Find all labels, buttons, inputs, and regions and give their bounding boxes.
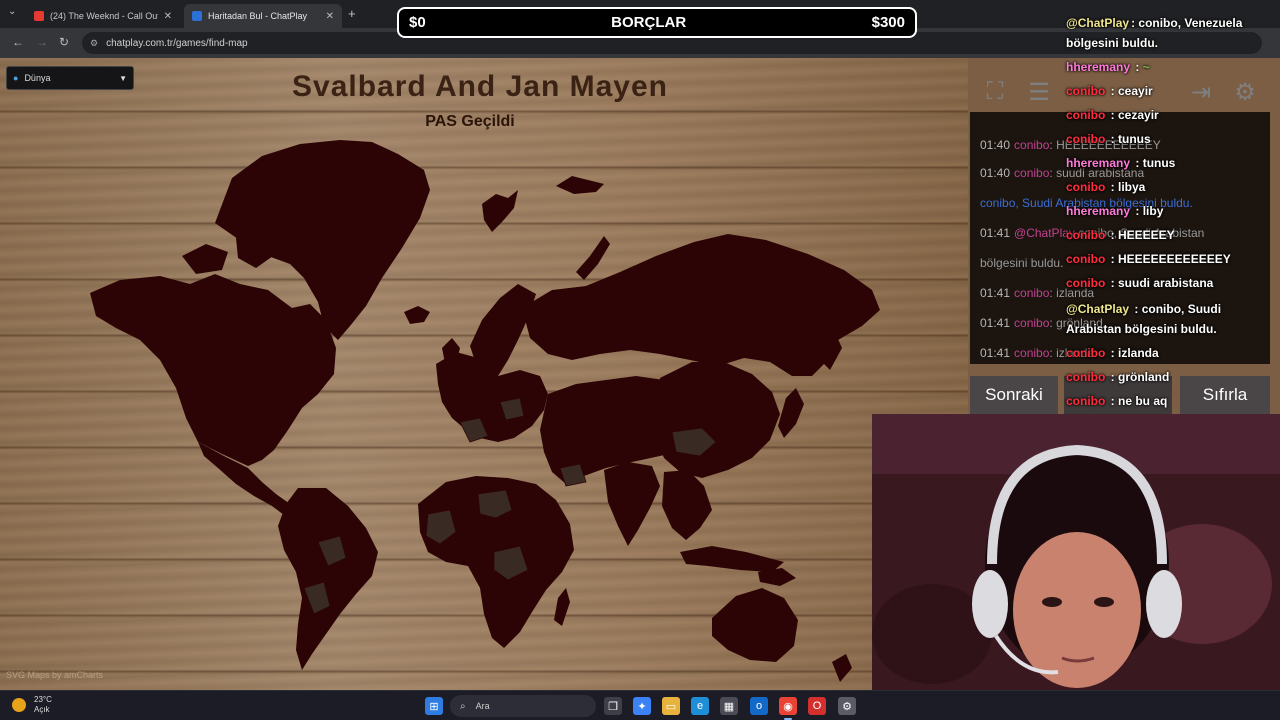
site-info-icon[interactable]: ⚙ — [90, 38, 98, 49]
chat-message: conibo : tunus — [1066, 132, 1151, 146]
weather-text: 23°C Açık — [34, 695, 52, 715]
stream-chat-overlay: @ChatPlay: conibo, Venezuela bölgesini b… — [1062, 12, 1276, 412]
chat-message: hheremany : liby — [1066, 204, 1164, 218]
search-icon: ⌕ — [460, 700, 466, 712]
country-franz-josef — [556, 176, 604, 194]
emote-icon: ~ — [1142, 60, 1150, 74]
country-new-zealand — [832, 654, 852, 682]
log-line: bölgesini buldu. — [980, 256, 1064, 270]
country-india — [604, 462, 660, 546]
tab-title: (24) The Weeknd - Call Out My Name — [50, 11, 158, 21]
weather-desc: Açık — [34, 705, 50, 714]
webcam-image — [872, 414, 1280, 690]
game-area: ● Dünya ▼ Svalbard And Jan Mayen PAS Geç… — [0, 58, 968, 690]
tab-chatplay[interactable]: Haritadan Bul - ChatPlay ✕ — [184, 4, 342, 28]
target-country-title: Svalbard And Jan Mayen — [292, 70, 668, 103]
chat-message: conibo : suudi arabistana — [1066, 276, 1214, 290]
country-iceland — [404, 306, 430, 324]
score-bar: $0 BORÇLAR $300 — [397, 7, 917, 38]
new-tab-button[interactable]: + — [348, 6, 356, 21]
copilot-icon[interactable]: ✦ — [633, 697, 651, 715]
status-text: PAS Geçildi — [425, 113, 515, 130]
outlook-icon[interactable]: o — [750, 697, 768, 715]
app-icon[interactable]: ⚙ — [838, 697, 856, 715]
country-australia — [712, 588, 798, 662]
opera-icon[interactable]: O — [808, 697, 826, 715]
chatplay-icon — [192, 11, 202, 21]
close-icon[interactable]: ✕ — [164, 11, 172, 22]
next-button[interactable]: Sonraki — [970, 376, 1058, 414]
chat-message: conibo : HEEEEEEEEEEEEY — [1066, 252, 1231, 266]
tab-youtube[interactable]: (24) The Weeknd - Call Out My Name ✕ — [26, 4, 180, 28]
youtube-icon — [34, 11, 44, 21]
chat-message: hheremany : tunus — [1066, 156, 1176, 170]
country-madagascar — [554, 588, 570, 626]
country-south-america — [278, 488, 378, 670]
webcam-feed — [872, 414, 1280, 690]
country-svalbard — [482, 190, 518, 232]
chat-message: conibo : grönland — [1066, 370, 1170, 384]
taskbar: 23°C Açık ⊞ ⌕ Ara ❐ ✦ ▭ e ▦ o ◉ O ⚙ — [0, 690, 1280, 720]
chat-message: conibo : cezayir — [1066, 108, 1159, 122]
url-text: chatplay.com.tr/games/find-map — [106, 37, 248, 49]
edge-icon[interactable]: e — [691, 697, 709, 715]
search-placeholder: Ara — [475, 701, 490, 711]
score-right: $300 — [871, 14, 905, 31]
country-china — [654, 362, 780, 478]
chat-message: conibo : izlanda — [1066, 346, 1159, 360]
weather-temp: 23°C — [34, 695, 52, 704]
store-icon[interactable]: ▦ — [720, 697, 738, 715]
task-view-icon[interactable]: ❐ — [604, 697, 622, 715]
close-icon[interactable]: ✕ — [326, 11, 334, 22]
country-indonesia — [680, 546, 784, 572]
taskbar-search[interactable]: ⌕ Ara — [450, 695, 596, 717]
country-north-america — [90, 274, 336, 466]
weather-icon — [12, 698, 26, 712]
score-left: $0 — [409, 14, 426, 31]
weather-widget[interactable]: 23°C Açık — [12, 695, 52, 715]
country-southeast-asia — [662, 470, 712, 540]
chat-message: conibo : HEEEEEY — [1066, 228, 1175, 242]
tab-search-icon[interactable]: ⌄ — [8, 6, 16, 17]
document-icon[interactable]: ☰ — [1020, 72, 1058, 112]
file-explorer-icon[interactable]: ▭ — [662, 697, 680, 715]
country-novaya-zemlya — [576, 236, 610, 280]
country-canada-islands — [182, 244, 228, 274]
fullscreen-icon[interactable]: ⛶ — [976, 72, 1014, 112]
chat-message: conibo : ne bu aq — [1066, 394, 1168, 408]
chat-message: @ChatPlay : conibo, Suudi — [1066, 302, 1222, 316]
forward-icon[interactable]: → — [36, 35, 48, 49]
country-japan — [778, 388, 804, 438]
score-title: BORÇLAR — [611, 14, 687, 31]
reload-icon[interactable]: ↻ — [59, 35, 69, 49]
tab-title: Haritadan Bul - ChatPlay — [208, 11, 308, 21]
chat-message: bölgesini buldu. — [1066, 36, 1158, 50]
map-credit: SVG Maps by amCharts — [6, 670, 104, 680]
chrome-icon[interactable]: ◉ — [779, 697, 797, 715]
chat-message: Arabistan bölgesini buldu. — [1066, 322, 1217, 336]
chat-message: conibo : ceayir — [1066, 84, 1153, 98]
chat-message: conibo : libya — [1066, 180, 1146, 194]
chat-message: hheremany : ~ — [1066, 60, 1150, 74]
windows-start-icon[interactable]: ⊞ — [425, 697, 443, 715]
chat-message: @ChatPlay: conibo, Venezuela — [1066, 16, 1243, 30]
back-icon[interactable]: ← — [12, 35, 24, 49]
world-map[interactable] — [0, 58, 968, 690]
